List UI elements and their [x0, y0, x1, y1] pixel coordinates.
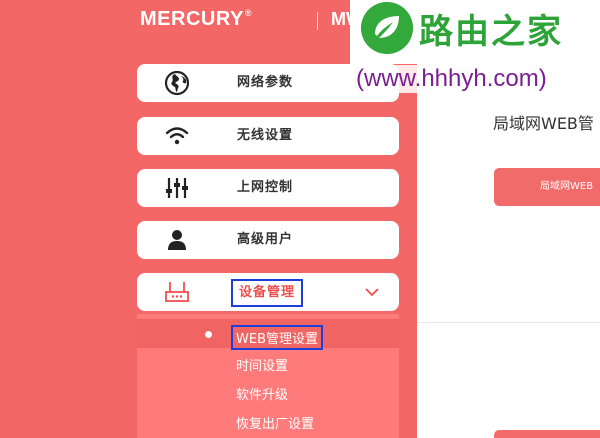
lan-web-button[interactable]: 局域网WEB — [494, 168, 600, 206]
menu-item-label: 高级用户 — [237, 232, 294, 247]
user-icon — [168, 230, 186, 250]
wifi-icon — [165, 127, 189, 145]
menu-item-label: 上网控制 — [237, 180, 294, 195]
watermark-url: (www.hhhyh.com) — [356, 65, 547, 93]
menu-item-label: 无线设置 — [237, 128, 294, 143]
page-title: 局域网WEB管 — [493, 114, 594, 133]
submenu-item-factory-reset[interactable]: 恢复出厂设置 — [236, 413, 314, 432]
device-management-submenu: WEB管理设置 时间设置 软件升级 恢复出厂设置 — [137, 314, 399, 438]
active-indicator-dot — [205, 331, 212, 338]
leaf-logo-icon — [361, 2, 413, 54]
menu-item-label: 网络参数 — [237, 75, 294, 90]
submenu-item-time-settings[interactable]: 时间设置 — [236, 355, 288, 374]
router-admin-page: MERCURY® MW 局域网WEB管 局域网WEB 网络参数 无线设置 上网控… — [0, 0, 600, 438]
menu-item-access-control[interactable]: 上网控制 — [137, 169, 399, 207]
header-divider — [317, 12, 318, 30]
menu-item-label: 设备管理 — [231, 279, 304, 307]
watermark-brand: 路由之家 — [419, 12, 563, 52]
content-panel: 局域网WEB管 局域网WEB — [417, 64, 600, 438]
menu-item-device-management[interactable]: 设备管理 — [137, 273, 399, 311]
chevron-down-icon[interactable] — [363, 283, 381, 301]
content-divider — [417, 322, 600, 323]
submenu-item-web-management[interactable]: WEB管理设置 — [137, 319, 399, 350]
router-icon — [165, 282, 189, 302]
content-action-button[interactable] — [494, 430, 600, 438]
menu-item-advanced-user[interactable]: 高级用户 — [137, 221, 399, 259]
menu-item-wireless[interactable]: 无线设置 — [137, 117, 399, 155]
submenu-item-label: WEB管理设置 — [231, 325, 323, 350]
globe-icon — [164, 70, 190, 96]
submenu-item-firmware-upgrade[interactable]: 软件升级 — [236, 384, 288, 403]
sliders-icon — [166, 178, 188, 198]
brand-logo: MERCURY® — [140, 8, 253, 30]
